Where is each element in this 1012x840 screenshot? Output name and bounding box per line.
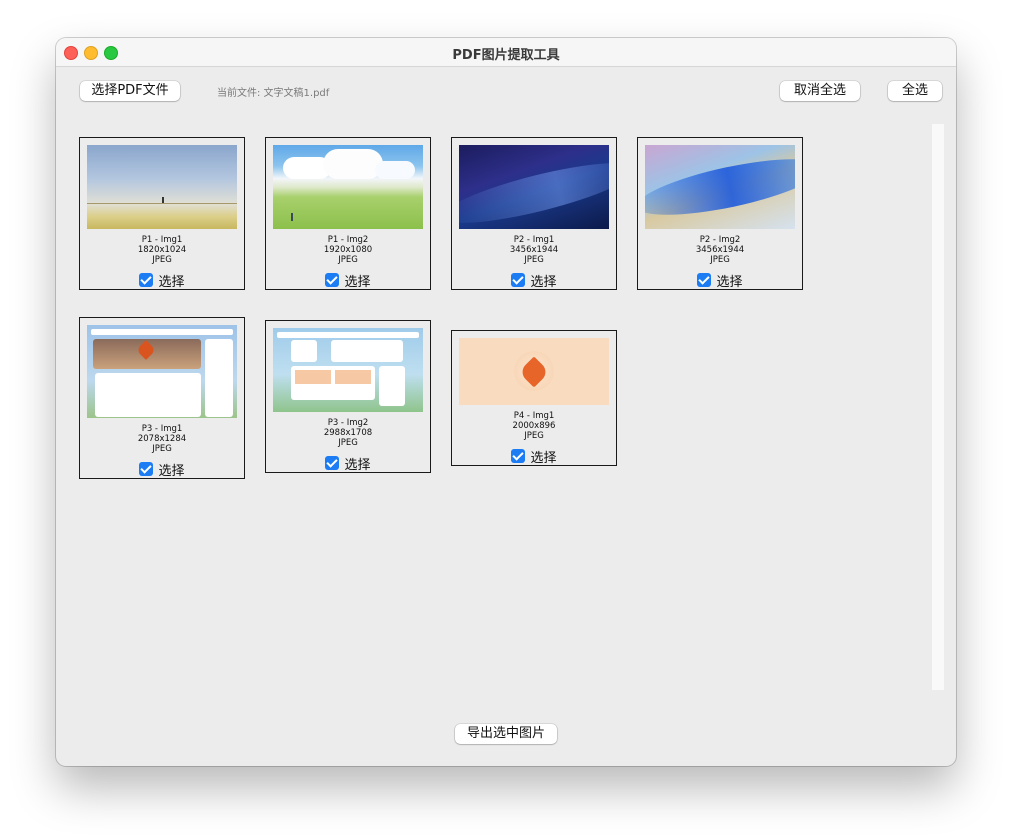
image-card-p2-img1: P2 - Img1 3456x1944 JPEG 选择: [451, 137, 617, 290]
select-label: 选择: [530, 274, 557, 290]
select-checkbox[interactable]: [511, 273, 526, 287]
select-toggle[interactable]: 选择: [638, 271, 802, 290]
select-label: 选择: [344, 274, 371, 290]
image-label: P1 - Img1: [141, 235, 183, 245]
select-label: 选择: [344, 457, 371, 473]
image-label: P1 - Img2: [327, 235, 369, 245]
select-label: 选择: [716, 274, 743, 290]
image-card-p1-img2: P1 - Img2 1920x1080 JPEG 选择: [265, 137, 431, 290]
current-file-label: 当前文件: 文字文稿1.pdf: [217, 88, 330, 99]
select-checkbox[interactable]: [139, 273, 154, 287]
image-size: 2988x1708: [323, 428, 373, 438]
image-format: JPEG: [524, 431, 544, 441]
image-format: JPEG: [710, 255, 730, 265]
image-thumbnail: [645, 145, 795, 229]
image-label: P3 - Img1: [141, 424, 183, 434]
image-label: P3 - Img2: [327, 418, 369, 428]
image-size: 2078x1284: [137, 434, 187, 444]
select-toggle[interactable]: 选择: [266, 271, 430, 290]
image-format: JPEG: [338, 438, 358, 448]
select-pdf-button[interactable]: 选择PDF文件: [80, 81, 180, 101]
select-checkbox[interactable]: [325, 456, 340, 470]
image-size: 3456x1944: [509, 245, 559, 255]
window-title: PDF图片提取工具: [452, 48, 560, 63]
image-size: 1820x1024: [137, 245, 187, 255]
image-label: P2 - Img1: [513, 235, 555, 245]
select-label: 选择: [158, 463, 185, 479]
image-format: JPEG: [338, 255, 358, 265]
vertical-scrollbar[interactable]: [932, 124, 944, 690]
image-thumbnail: [87, 145, 237, 229]
select-label: 选择: [530, 450, 557, 466]
select-checkbox[interactable]: [139, 462, 154, 476]
image-card-p2-img2: P2 - Img2 3456x1944 JPEG 选择: [637, 137, 803, 290]
image-thumbnail: [273, 328, 423, 412]
select-toggle[interactable]: 选择: [266, 454, 430, 473]
image-size: 2000x896: [512, 421, 556, 431]
image-thumbnail: [459, 145, 609, 229]
image-thumbnail: [273, 145, 423, 229]
select-checkbox[interactable]: [697, 273, 712, 287]
select-toggle[interactable]: 选择: [80, 271, 244, 290]
deselect-all-button[interactable]: 取消全选: [780, 81, 860, 101]
image-card-p3-img1: P3 - Img1 2078x1284 JPEG 选择: [79, 317, 245, 479]
select-toggle[interactable]: 选择: [452, 271, 616, 290]
select-checkbox[interactable]: [511, 449, 526, 463]
image-size: 3456x1944: [695, 245, 745, 255]
image-thumbnail: [87, 325, 237, 418]
select-checkbox[interactable]: [325, 273, 340, 287]
image-size: 1920x1080: [323, 245, 373, 255]
image-format: JPEG: [524, 255, 544, 265]
select-all-button[interactable]: 全选: [888, 81, 942, 101]
image-label: P2 - Img2: [699, 235, 741, 245]
image-label: P4 - Img1: [513, 411, 555, 421]
image-card-p3-img2: P3 - Img2 2988x1708 JPEG 选择: [265, 320, 431, 473]
image-thumbnail: [459, 338, 609, 405]
select-label: 选择: [158, 274, 185, 290]
select-toggle[interactable]: 选择: [80, 460, 244, 479]
image-card-p4-img1: P4 - Img1 2000x896 JPEG 选择: [451, 330, 617, 466]
title-bar: PDF图片提取工具: [56, 38, 956, 67]
export-selected-button[interactable]: 导出选中图片: [455, 724, 557, 744]
app-window: PDF图片提取工具 选择PDF文件 当前文件: 文字文稿1.pdf 取消全选 全…: [56, 38, 956, 766]
image-card-p1-img1: P1 - Img1 1820x1024 JPEG 选择: [79, 137, 245, 290]
image-format: JPEG: [152, 255, 172, 265]
select-toggle[interactable]: 选择: [452, 447, 616, 466]
image-format: JPEG: [152, 444, 172, 454]
